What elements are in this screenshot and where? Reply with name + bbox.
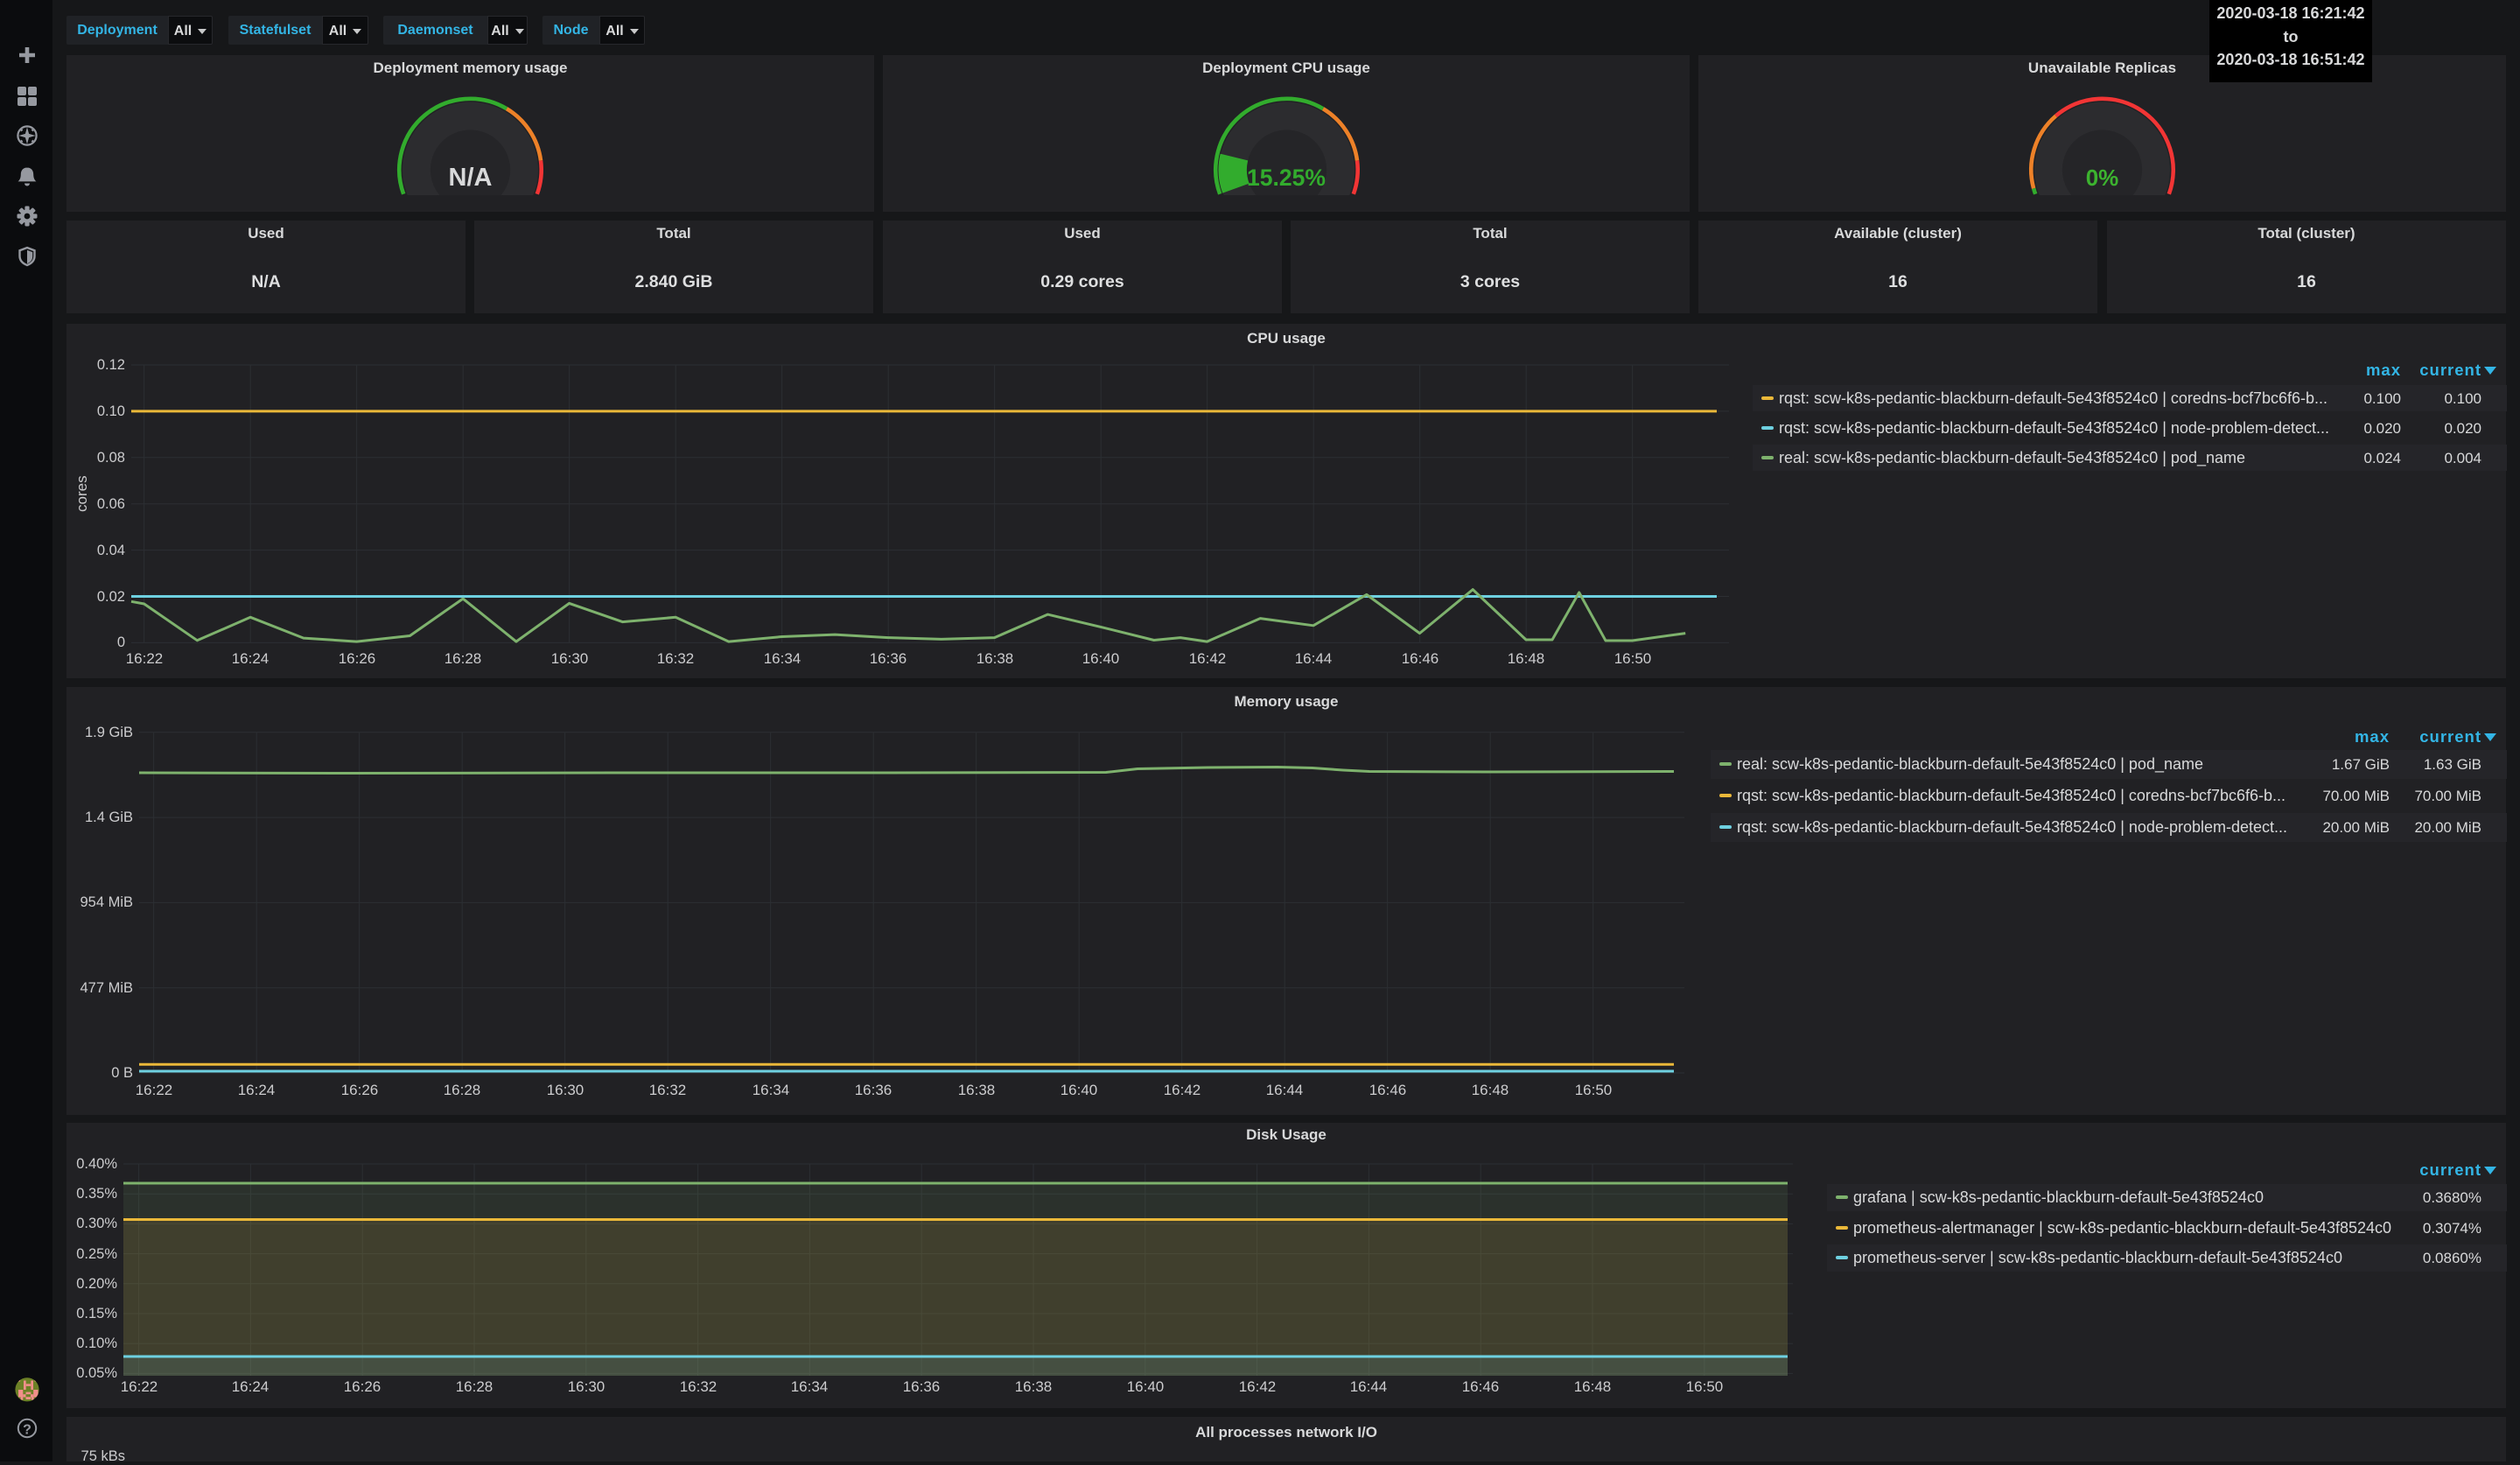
- svg-text:?: ?: [23, 1423, 32, 1438]
